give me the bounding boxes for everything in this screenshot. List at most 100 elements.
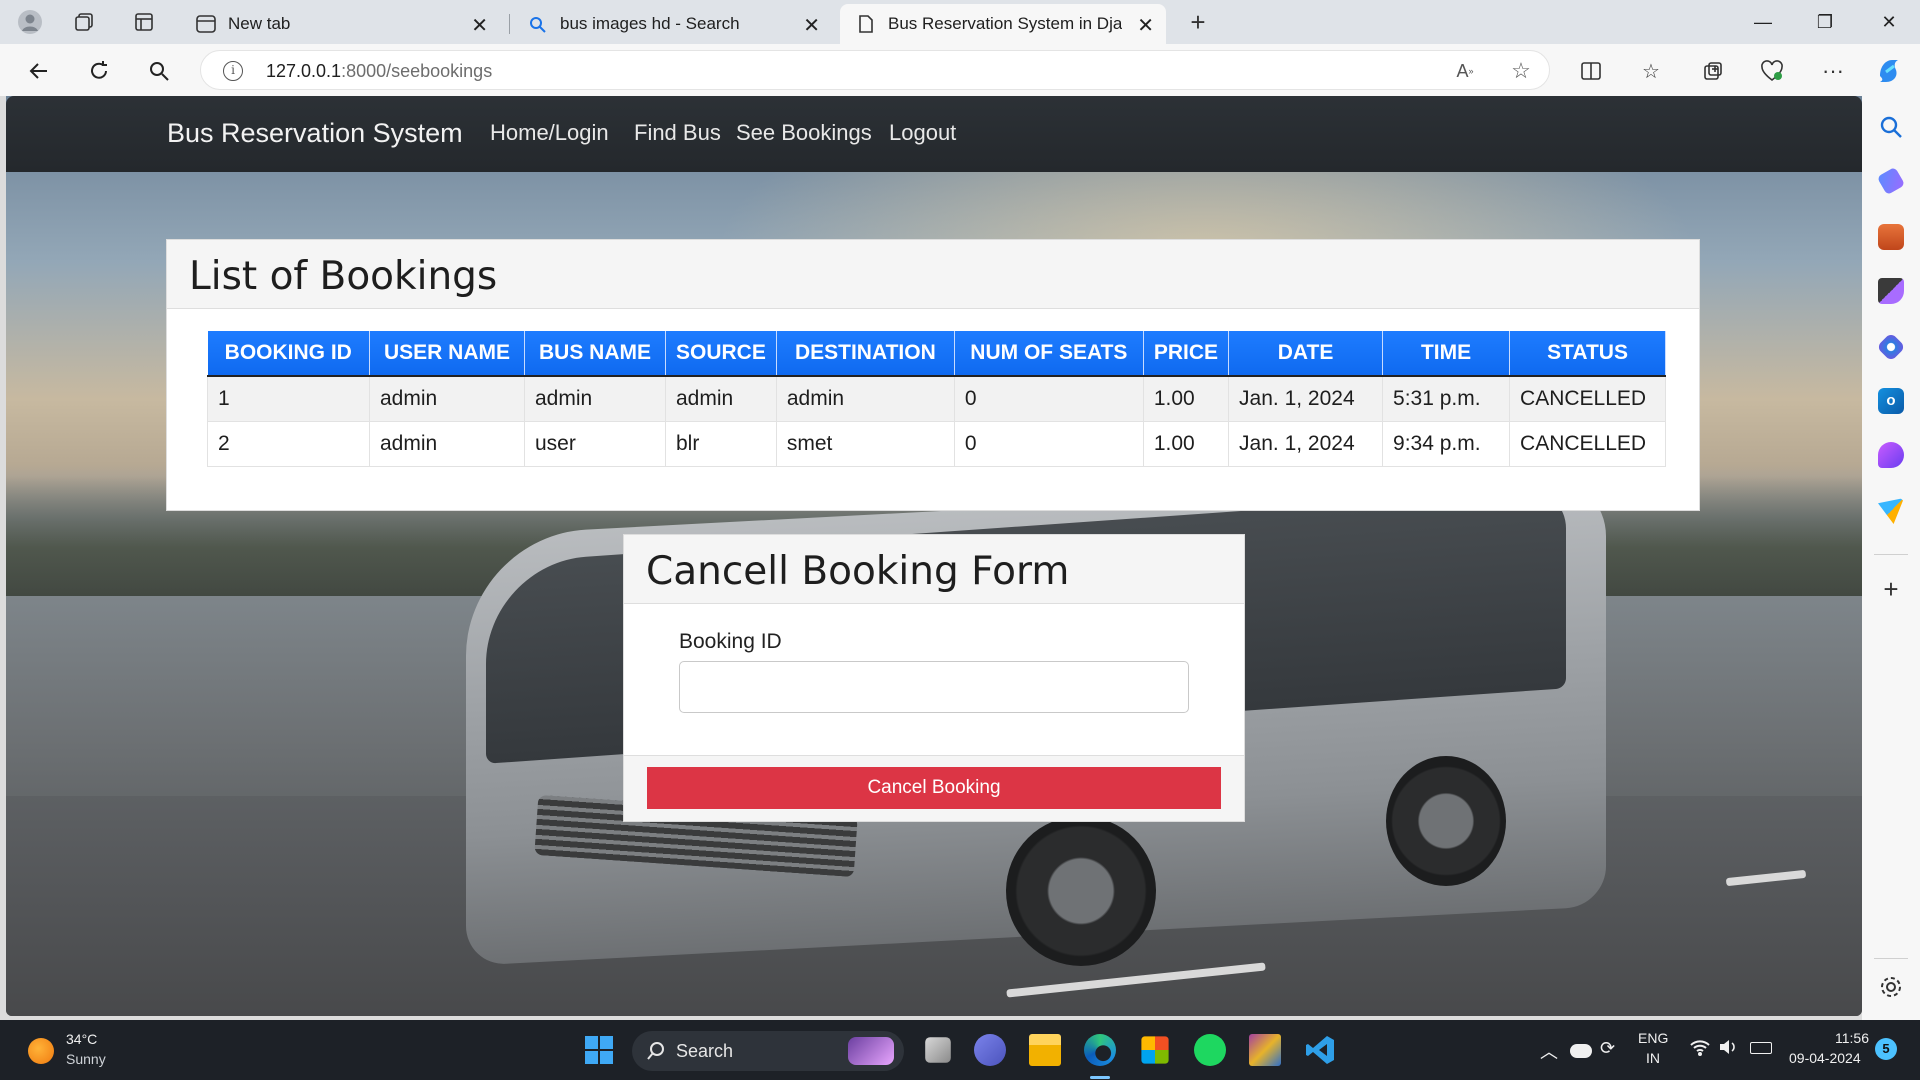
task-view-icon[interactable] <box>925 1037 951 1063</box>
restore-icon[interactable]: ❐ <box>1802 8 1848 36</box>
spotify-icon[interactable] <box>1194 1034 1226 1066</box>
collections-icon[interactable] <box>1698 56 1728 86</box>
booking-id-input[interactable] <box>679 661 1189 713</box>
table-cell: 2 <box>207 420 370 467</box>
workspaces-icon[interactable] <box>70 8 98 36</box>
weather-temperature[interactable]: 34°C <box>66 1031 97 1047</box>
vscode-icon[interactable] <box>1304 1034 1336 1066</box>
new-tab-plus-icon[interactable]: + <box>1184 7 1212 37</box>
outlook-icon[interactable]: o <box>1878 388 1904 414</box>
nav-see-bookings[interactable]: See Bookings <box>736 120 872 146</box>
table-cell: CANCELLED <box>1509 375 1667 422</box>
column-header: NUM OF SEATS <box>954 331 1144 377</box>
booking-id-label: Booking ID <box>679 630 782 653</box>
notification-count-badge[interactable]: 5 <box>1875 1038 1897 1060</box>
search-icon <box>647 1042 664 1060</box>
windows-taskbar: 34°C Sunny Search ︿ ⟳ ENG IN 11:56 09-04… <box>0 1020 1920 1080</box>
file-explorer-icon[interactable] <box>1029 1034 1061 1066</box>
read-aloud-icon[interactable]: A» <box>1451 59 1479 83</box>
onedrive-cloud-icon[interactable] <box>1570 1044 1592 1058</box>
winrar-icon[interactable] <box>1249 1034 1281 1066</box>
windows-start-icon[interactable] <box>583 1034 615 1066</box>
table-cell: admin <box>524 375 666 422</box>
battery-icon[interactable] <box>1750 1042 1772 1054</box>
table-cell: 1.00 <box>1142 375 1230 422</box>
wifi-icon[interactable] <box>1690 1038 1710 1061</box>
browser-essentials-icon[interactable] <box>1757 56 1787 86</box>
tab-actions-icon[interactable] <box>130 8 158 36</box>
cancel-booking-button[interactable]: Cancel Booking <box>647 767 1221 809</box>
volume-icon[interactable] <box>1718 1038 1738 1061</box>
close-tab-icon[interactable]: ✕ <box>803 13 820 38</box>
taskbar-search-box[interactable]: Search <box>632 1031 904 1071</box>
add-sidebar-app-icon[interactable]: + <box>1878 576 1904 602</box>
url-bar[interactable]: i 127.0.0.1:8000/seebookings A» ☆ <box>200 50 1550 90</box>
search-highlight-unicorn-icon <box>848 1037 894 1065</box>
search-icon <box>530 17 546 33</box>
language-indicator[interactable]: ENG <box>1638 1030 1668 1046</box>
back-icon[interactable] <box>22 54 56 88</box>
tools-briefcase-icon[interactable] <box>1878 224 1904 250</box>
bookings-title: List of Bookings <box>189 254 498 299</box>
table-cell: 5:31 p.m. <box>1382 375 1511 422</box>
table-cell: user <box>524 420 666 467</box>
show-hidden-icons-chevron-icon[interactable]: ︿ <box>1540 1038 1558 1064</box>
weather-sun-icon[interactable] <box>28 1038 54 1064</box>
clock-date[interactable]: 09-04-2024 <box>1789 1050 1861 1066</box>
clock-time[interactable]: 11:56 <box>1835 1030 1869 1046</box>
copilot-icon[interactable] <box>1874 56 1904 86</box>
profile-icon[interactable] <box>16 8 44 36</box>
microsoft-store-icon[interactable] <box>1141 1036 1169 1064</box>
designer-icon[interactable] <box>1878 442 1904 468</box>
taskbar-search-label: Search <box>676 1041 734 1061</box>
teams-chat-icon[interactable] <box>974 1034 1006 1066</box>
column-header: SOURCE <box>665 331 777 377</box>
nav-logout[interactable]: Logout <box>889 120 956 146</box>
sidebar-divider <box>1874 554 1908 555</box>
tab-title: bus images hd - Search <box>560 14 740 33</box>
new-tab-icon <box>196 15 216 33</box>
cancel-form-footer: Cancel Booking <box>624 755 1244 821</box>
table-cell: admin <box>369 375 525 422</box>
favorites-icon[interactable]: ☆ <box>1636 56 1666 86</box>
microsoft-365-icon[interactable] <box>1876 332 1906 362</box>
table-row: 1 admin admin admin admin 0 1.00 Jan. 1,… <box>207 375 1667 422</box>
search-icon[interactable] <box>142 54 176 88</box>
table-cell: admin <box>775 375 955 422</box>
site-brand[interactable]: Bus Reservation System <box>167 118 463 149</box>
url-host: 127.0.0.1 <box>266 61 342 81</box>
games-chess-icon[interactable] <box>1878 278 1904 304</box>
search-icon[interactable] <box>1878 114 1904 140</box>
tab-bus-images-search[interactable]: bus images hd - Search ✕ <box>512 4 832 44</box>
tab-new-tab[interactable]: New tab ✕ <box>180 4 500 44</box>
browser-tab-bar: New tab ✕ bus images hd - Search ✕ Bus R… <box>0 0 1920 44</box>
table-cell: 0 <box>953 420 1144 467</box>
refresh-icon[interactable] <box>82 54 116 88</box>
weather-description[interactable]: Sunny <box>66 1051 106 1067</box>
site-info-icon[interactable]: i <box>223 61 243 81</box>
more-options-icon[interactable]: ··· <box>1818 56 1848 86</box>
page-icon <box>859 15 873 33</box>
shopping-tag-icon[interactable] <box>1876 166 1906 196</box>
edge-browser-icon[interactable] <box>1084 1034 1116 1066</box>
tab-divider <box>509 14 510 34</box>
table-row: 2 admin user blr smet 0 1.00 Jan. 1, 202… <box>207 420 1667 467</box>
close-tab-icon[interactable]: ✕ <box>1137 13 1154 38</box>
nav-find-bus[interactable]: Find Bus <box>634 120 721 146</box>
sync-icon[interactable]: ⟳ <box>1600 1038 1615 1059</box>
favorite-star-icon[interactable]: ☆ <box>1507 58 1535 83</box>
active-app-indicator <box>1090 1076 1110 1079</box>
region-indicator[interactable]: IN <box>1646 1050 1660 1066</box>
nav-home-login[interactable]: Home/Login <box>490 120 609 146</box>
close-window-icon[interactable]: ✕ <box>1866 8 1912 36</box>
address-toolbar: i 127.0.0.1:8000/seebookings A» ☆ ☆ ··· <box>0 44 1920 96</box>
sidebar-settings-gear-icon[interactable] <box>1878 974 1904 1000</box>
close-tab-icon[interactable]: ✕ <box>471 13 488 38</box>
drop-send-icon[interactable] <box>1878 498 1904 524</box>
url-path: :8000/seebookings <box>341 61 493 81</box>
split-screen-icon[interactable] <box>1576 56 1606 86</box>
tab-bus-reservation[interactable]: Bus Reservation System in Django ✕ <box>840 4 1166 44</box>
column-header: DATE <box>1228 331 1384 377</box>
bookings-table: BOOKING ID USER NAME BUS NAME SOURCE DES… <box>207 331 1667 467</box>
minimize-icon[interactable]: — <box>1740 8 1786 36</box>
